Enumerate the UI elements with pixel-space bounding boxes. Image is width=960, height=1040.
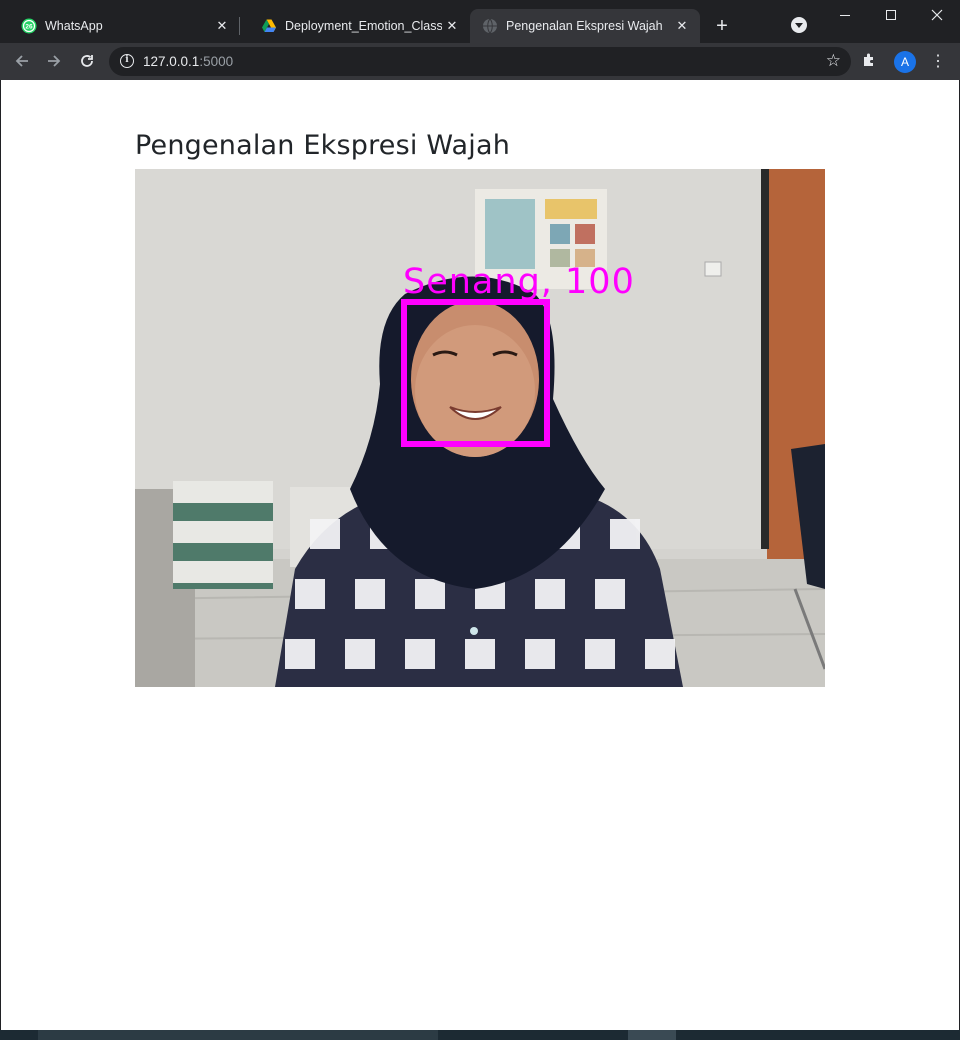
- tab-label: Pengenalan Ekspresi Wajah: [506, 19, 663, 33]
- bookmark-star-icon[interactable]: ☆: [826, 51, 841, 71]
- arrow-left-icon: [15, 55, 28, 67]
- back-button[interactable]: [9, 48, 35, 74]
- tab-strip: 26 WhatsApp ✕ Deployment_Emotion_Classif…: [0, 0, 960, 43]
- address-bar[interactable]: i 127.0.0.1:5000 ☆: [109, 47, 851, 76]
- menu-icon[interactable]: ⋮: [930, 51, 946, 73]
- google-drive-icon: [262, 19, 276, 32]
- reload-button[interactable]: [74, 48, 100, 74]
- svg-text:26: 26: [25, 24, 33, 31]
- tab-whatsapp[interactable]: 26 WhatsApp ✕: [0, 9, 240, 43]
- whatsapp-icon: 26: [21, 18, 37, 34]
- tab-label: Deployment_Emotion_Classification: [285, 19, 442, 33]
- taskbar-app[interactable]: [628, 1030, 676, 1040]
- tab-search-icon[interactable]: [791, 17, 807, 33]
- page-content: Pengenalan Ekspresi Wajah Senang, 100: [1, 80, 959, 1030]
- maximize-button[interactable]: [868, 0, 914, 30]
- reload-icon: [81, 55, 93, 67]
- globe-icon: [483, 18, 497, 34]
- close-icon[interactable]: ✕: [672, 16, 692, 36]
- url-text[interactable]: 127.0.0.1:5000: [143, 54, 233, 69]
- url-host: 127.0.0.1: [143, 54, 200, 69]
- close-window-button[interactable]: [914, 0, 960, 30]
- minimize-button[interactable]: [822, 0, 868, 30]
- tab-label: WhatsApp: [45, 19, 103, 33]
- video-feed: Senang, 100: [135, 169, 825, 687]
- close-icon: [931, 9, 943, 21]
- maximize-icon: [886, 10, 896, 20]
- arrow-right-icon: [48, 55, 61, 67]
- page-title: Pengenalan Ekspresi Wajah: [135, 130, 511, 161]
- tab-pengenalan[interactable]: Pengenalan Ekspresi Wajah ✕: [470, 9, 700, 43]
- new-tab-button[interactable]: +: [708, 14, 736, 38]
- forward-button[interactable]: [41, 48, 67, 74]
- emotion-label: Senang, 100: [403, 262, 635, 302]
- close-icon[interactable]: ✕: [442, 16, 462, 36]
- tab-deployment[interactable]: Deployment_Emotion_Classification ✕: [240, 9, 470, 43]
- browser-toolbar: i 127.0.0.1:5000 ☆ A ⋮: [0, 43, 960, 80]
- close-icon[interactable]: ✕: [212, 16, 232, 36]
- site-info-icon[interactable]: i: [120, 54, 134, 68]
- extensions-icon[interactable]: [861, 52, 881, 72]
- url-port: :5000: [199, 54, 234, 69]
- minimize-icon: [840, 14, 850, 16]
- camera-scene: Senang, 100: [135, 169, 825, 687]
- profile-avatar[interactable]: A: [894, 51, 916, 73]
- taskbar: [0, 1030, 960, 1040]
- taskbar-search[interactable]: [38, 1030, 438, 1040]
